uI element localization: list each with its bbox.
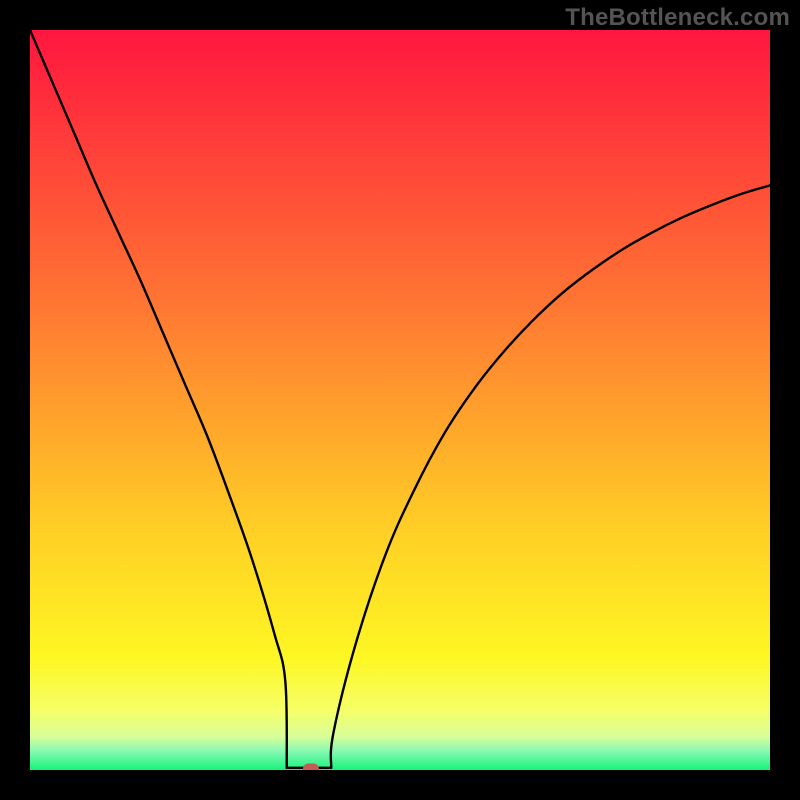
plot-area [30, 30, 770, 770]
bottleneck-curve [30, 30, 770, 770]
optimal-point-marker [303, 763, 319, 770]
watermark-text: TheBottleneck.com [565, 4, 790, 32]
chart-frame: TheBottleneck.com [0, 0, 800, 800]
